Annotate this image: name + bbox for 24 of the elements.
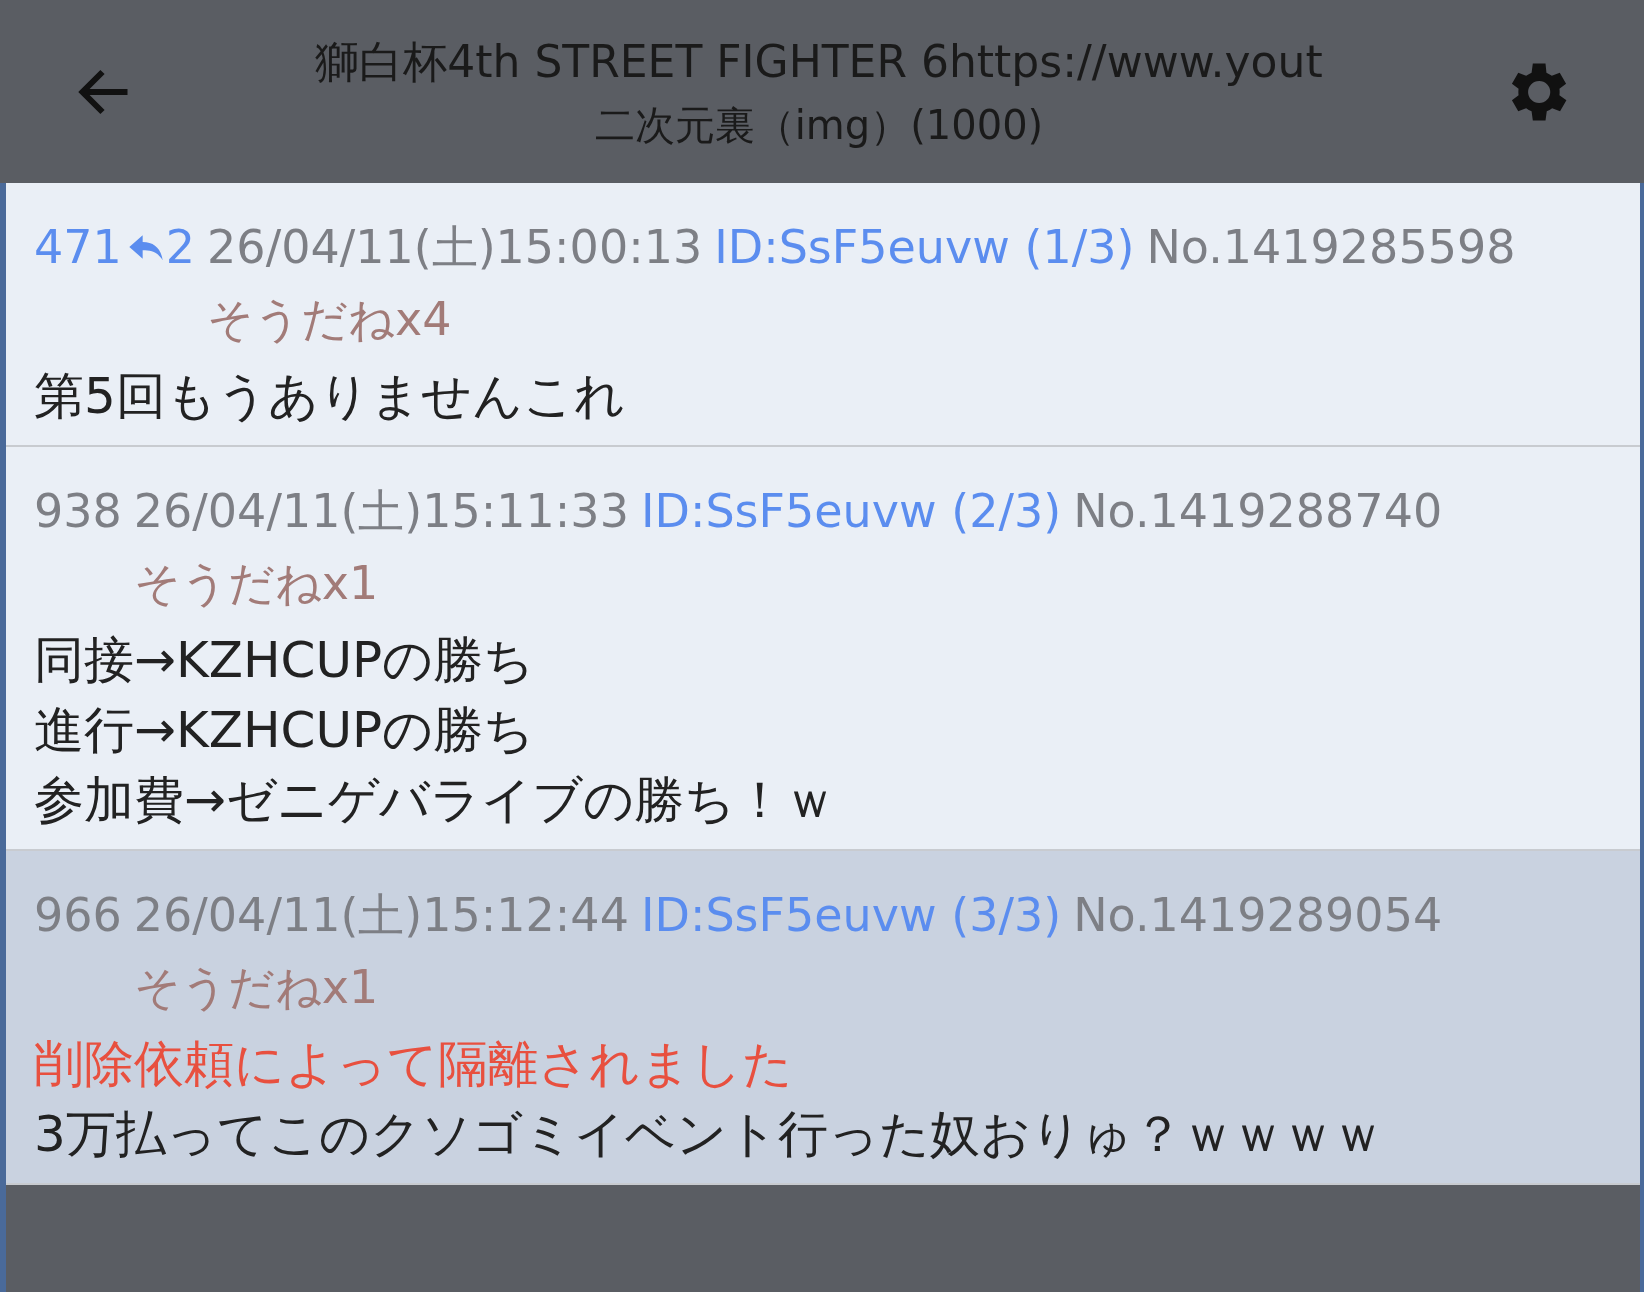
sodane-count[interactable]: そうだねx1 bbox=[133, 951, 379, 1023]
quarantine-notice: 削除依頼によって隔離されました bbox=[34, 1034, 794, 1095]
post-text: 進行→KZHCUPの勝ち bbox=[34, 700, 536, 761]
reply-count[interactable]: 2 bbox=[165, 211, 196, 283]
post-no[interactable]: No.1419285598 bbox=[1146, 211, 1516, 283]
post-text: 同接→KZHCUPの勝ち bbox=[34, 630, 536, 691]
post-date: 26/04/11(土)15:12:44 bbox=[133, 887, 629, 944]
poster-id[interactable]: ID:SsF5euvw (3/3) bbox=[640, 879, 1062, 951]
post-no[interactable]: No.1419288740 bbox=[1073, 475, 1443, 547]
post-text: 参加費→ゼニゲバライブの勝ち！ｗ bbox=[34, 770, 836, 831]
board-name: 二次元裏（img）(1000) bbox=[594, 100, 1044, 150]
post-number[interactable]: 966 bbox=[34, 879, 122, 951]
post-date: 26/04/11(土)15:00:13 bbox=[207, 219, 703, 276]
post-number[interactable]: 938 bbox=[34, 475, 122, 547]
thread-title: 獅白杯4th STREET FIGHTER 6https://www.yout bbox=[315, 34, 1323, 89]
poster-id[interactable]: ID:SsF5euvw (1/3) bbox=[714, 211, 1135, 283]
poster-id[interactable]: ID:SsF5euvw (2/3) bbox=[640, 475, 1062, 547]
sodane-count[interactable]: そうだねx1 bbox=[133, 547, 379, 619]
post-text: 第5回もうありませんこれ bbox=[34, 366, 626, 427]
post-number[interactable]: 471 bbox=[34, 211, 122, 283]
post-no[interactable]: No.1419289054 bbox=[1073, 879, 1443, 951]
post-date: 26/04/11(土)15:11:33 bbox=[133, 483, 629, 540]
sodane-count[interactable]: そうだねx4 bbox=[207, 283, 452, 355]
post-text: 3万払ってこのクソゴミイベント行った奴おりゅ？ｗｗｗｗ bbox=[34, 1104, 1384, 1165]
